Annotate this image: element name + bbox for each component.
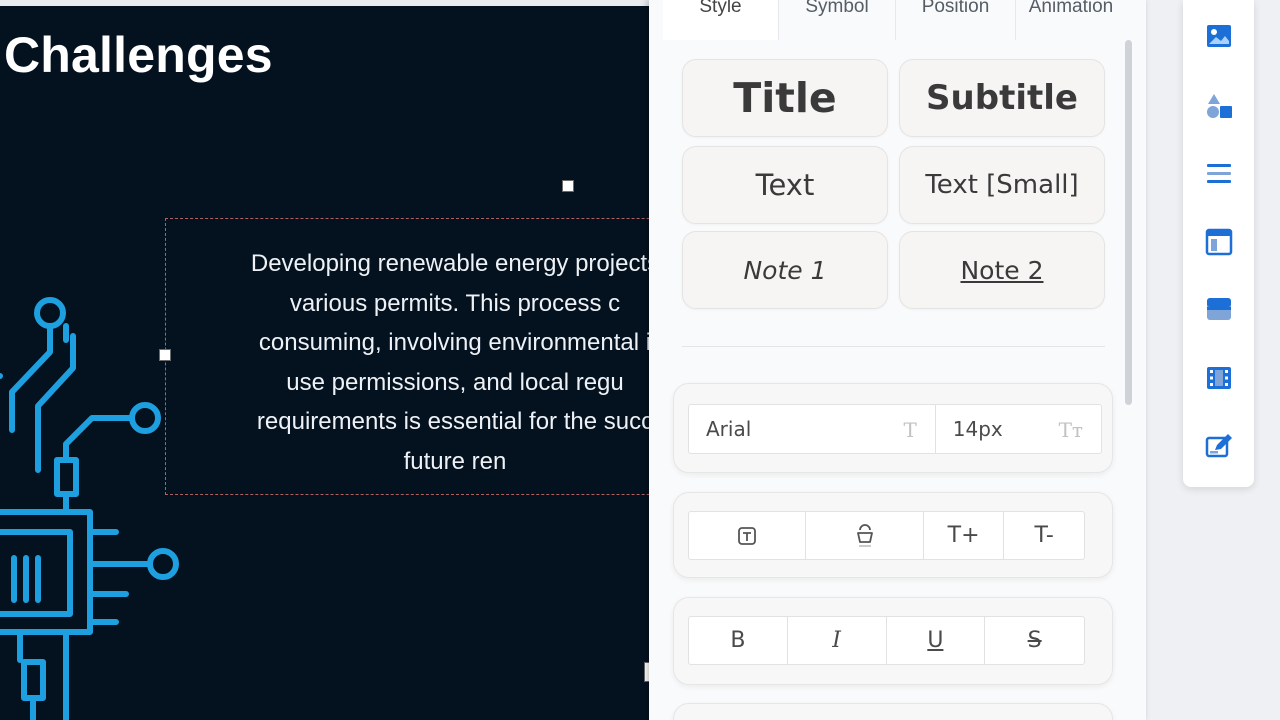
font-size-select[interactable]: 14px Tт [936, 405, 1101, 453]
card-icon[interactable] [1204, 294, 1234, 324]
shapes-icon[interactable] [1204, 90, 1234, 120]
decrease-font-button[interactable]: T- [1004, 512, 1084, 559]
app-window: Challenges Developing renewable energy p… [0, 0, 1280, 720]
style-panel: Style Symbol Position Animation Title Su… [649, 0, 1146, 720]
image-icon[interactable] [1204, 21, 1234, 51]
panel-divider [682, 346, 1105, 347]
tab-label: Style [699, 0, 742, 17]
tab-label: Position [921, 0, 990, 17]
body-line: use permissions, and local regu [286, 368, 624, 396]
text-tools-card: T+ T- [673, 492, 1113, 578]
style-note1-button[interactable]: Note 1 [682, 231, 888, 309]
layout-icon[interactable] [1204, 227, 1234, 257]
tab-label: Animation [1028, 0, 1114, 17]
font-settings-card: Arial T 14px Tт [673, 383, 1113, 473]
style-title-button[interactable]: Title [682, 59, 888, 137]
fill-color-button[interactable] [806, 512, 924, 559]
resize-handle-left[interactable] [159, 349, 171, 361]
panel-scrollbar[interactable] [1125, 40, 1132, 405]
style-note2-button[interactable]: Note 2 [899, 231, 1105, 309]
text-format-row: B I U S [688, 616, 1085, 665]
style-text-small-button[interactable]: Text [Small] [899, 146, 1105, 224]
font-family-icon: T [903, 418, 917, 442]
tab-animation[interactable]: Animation [1016, 0, 1126, 40]
style-subtitle-button[interactable]: Subtitle [899, 59, 1105, 137]
canvas-top-edge [0, 0, 660, 6]
text-lines-icon[interactable] [1204, 158, 1234, 188]
body-line: consuming, involving environmental i [258, 329, 652, 356]
body-line: various permits. This process c [289, 289, 621, 317]
paint-bucket-icon [856, 523, 873, 547]
font-size-icon: Tт [1058, 418, 1083, 442]
panel-tabs: Style Symbol Position Animation [663, 0, 1126, 40]
bold-button[interactable]: B [689, 617, 788, 664]
slide-title[interactable]: Challenges [4, 26, 273, 84]
italic-button[interactable]: I [788, 617, 887, 664]
font-family-select[interactable]: Arial T [689, 405, 936, 453]
text-box-icon [738, 526, 757, 545]
slide-body-text[interactable]: Developing renewable energy projects var… [195, 244, 660, 481]
tab-style[interactable]: Style [663, 0, 779, 40]
text-tools-row: T+ T- [688, 511, 1085, 560]
underline-button[interactable]: U [887, 617, 986, 664]
font-controls: Arial T 14px Tт [688, 404, 1102, 454]
edit-icon[interactable] [1204, 431, 1234, 461]
slide-canvas[interactable]: Challenges Developing renewable energy p… [0, 0, 660, 720]
tab-label: Symbol [805, 0, 869, 17]
film-icon[interactable] [1204, 363, 1234, 393]
next-settings-card [673, 703, 1113, 720]
insert-toolbar [1183, 0, 1254, 487]
body-line: Developing renewable energy projects [250, 250, 660, 277]
body-line: future ren [403, 447, 507, 475]
style-text-button[interactable]: Text [682, 146, 888, 224]
body-line: requirements is essential for the succ [256, 408, 654, 435]
tab-symbol[interactable]: Symbol [779, 0, 896, 40]
font-family-value: Arial [706, 417, 752, 441]
font-size-value: 14px [952, 417, 1003, 441]
tab-position[interactable]: Position [896, 0, 1016, 40]
resize-handle-top[interactable] [562, 180, 574, 192]
strikethrough-button[interactable]: S [985, 617, 1084, 664]
increase-font-button[interactable]: T+ [924, 512, 1005, 559]
text-box-button[interactable] [689, 512, 807, 559]
text-format-card: B I U S [673, 597, 1113, 685]
